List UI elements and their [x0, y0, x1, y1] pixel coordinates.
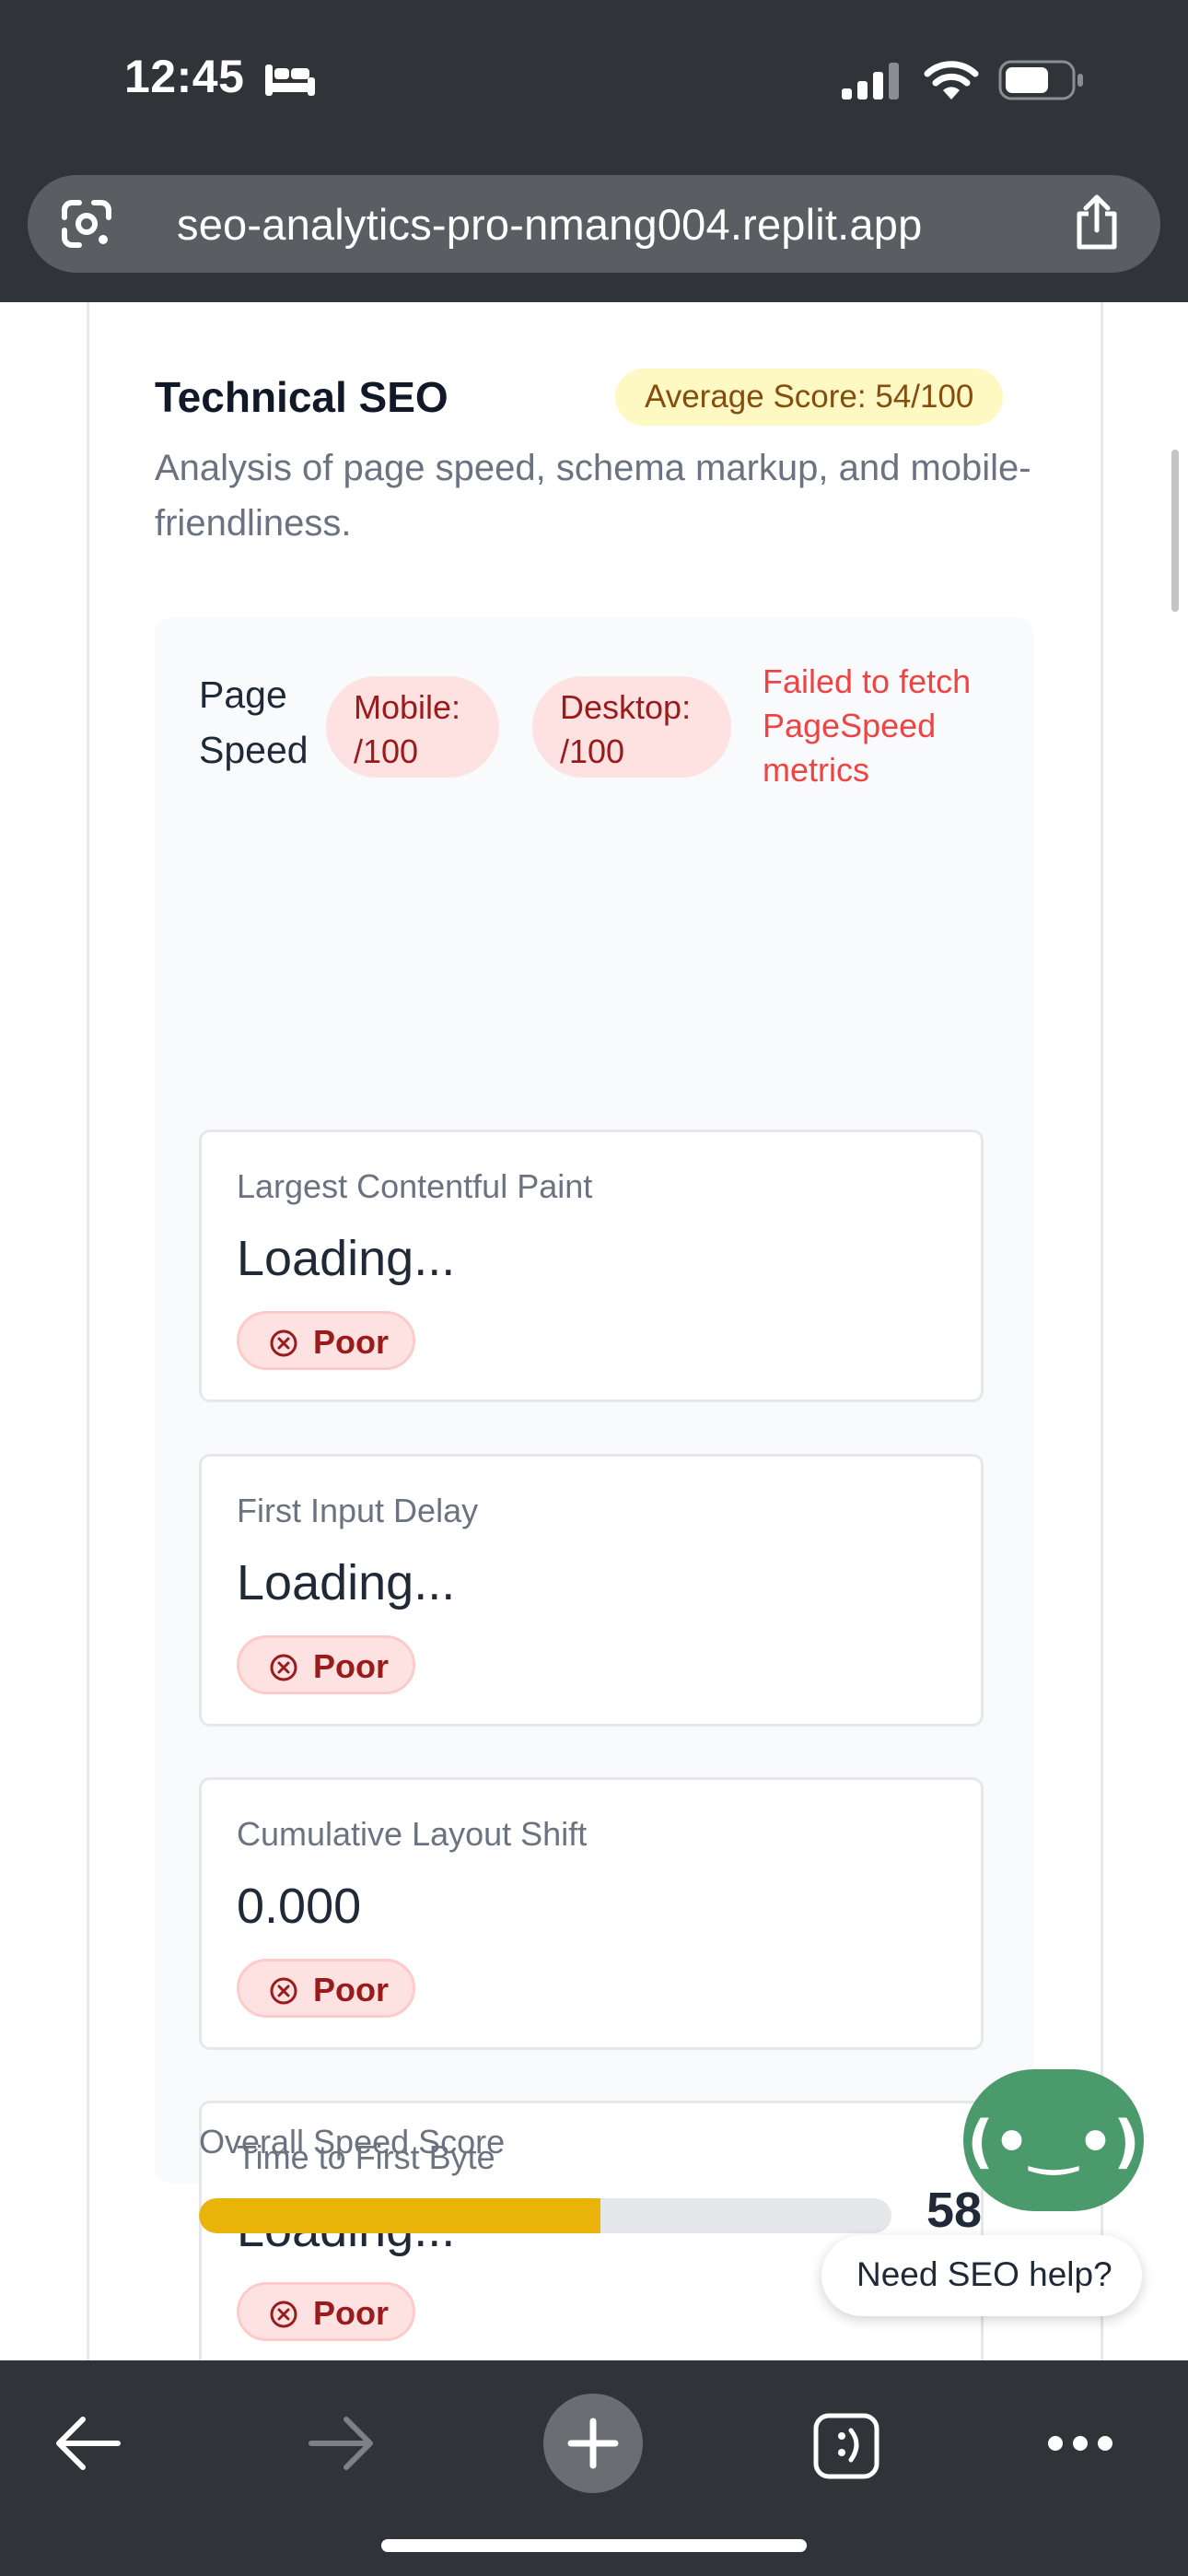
metric-name: Largest Contentful Paint: [237, 1167, 593, 1205]
status-text: Poor: [313, 2294, 390, 2332]
mobile-score-pill: Mobile: /100: [326, 676, 499, 778]
status-text: Poor: [313, 1647, 390, 1685]
desktop-score: /100: [560, 732, 625, 770]
status-badge: Poor: [237, 1959, 415, 2018]
average-score-badge: Average Score: 54/100: [615, 369, 1004, 426]
section-description: Analysis of page speed, schema markup, a…: [155, 448, 1031, 544]
x-circle-icon: [270, 1329, 297, 1357]
page-speed-panel: Page Speed Mobile: /100 Desktop: /100 Fa…: [155, 617, 1033, 2360]
wifi-icon: [924, 61, 979, 100]
google-lens-icon[interactable]: [59, 197, 114, 251]
sleep-mode-icon: [265, 64, 315, 96]
url-text[interactable]: seo-analytics-pro-nmang004.replit.app: [177, 199, 922, 250]
web-page-content: Technical SEO Average Score: 54/100 Anal…: [0, 302, 1188, 2360]
seo-help-prompt[interactable]: Need SEO help?: [821, 2235, 1142, 2316]
status-text: Poor: [313, 1323, 390, 1361]
mobile-label: Mobile:: [354, 688, 461, 726]
metric-value: Loading...: [237, 1231, 456, 1286]
chat-assistant-button[interactable]: (•‿•): [963, 2069, 1144, 2211]
metric-name: First Input Delay: [237, 1492, 479, 1529]
status-badge: Poor: [237, 1311, 415, 1370]
status-text: Poor: [313, 1971, 390, 2008]
share-icon[interactable]: [1070, 193, 1124, 252]
seo-help-text[interactable]: Need SEO help?: [856, 2255, 1112, 2294]
overall-speed-progress-fill: [199, 2198, 601, 2233]
status-badge: Poor: [237, 1635, 415, 1694]
overall-speed-progress: [199, 2198, 891, 2233]
x-circle-icon: [270, 1977, 297, 2005]
metric-value: 0.000: [237, 1879, 362, 1934]
overall-speed-label: Overall Speed Score: [199, 2123, 506, 2160]
section-title: Technical SEO: [155, 373, 448, 421]
browser-top-chrome: 12:45 seo-analytics-pro-nmang004.replit.…: [0, 0, 1188, 302]
back-arrow-icon[interactable]: [53, 2414, 122, 2473]
desktop-score-pill: Desktop: /100: [532, 676, 731, 778]
metric-name: Cumulative Layout Shift: [237, 1815, 588, 1853]
forward-arrow-icon[interactable]: [308, 2414, 376, 2473]
page-scrollbar[interactable]: [1171, 450, 1179, 612]
battery-icon: [998, 60, 1083, 100]
address-bar[interactable]: seo-analytics-pro-nmang004.replit.app: [28, 175, 1160, 273]
mobile-score: /100: [354, 732, 419, 770]
metric-card-cls: Cumulative Layout Shift 0.000 Poor: [199, 1777, 984, 2050]
tabs-icon[interactable]: [812, 2412, 880, 2480]
x-circle-icon: [270, 2301, 297, 2328]
status-time: 12:45: [124, 51, 245, 102]
x-circle-icon: [270, 1654, 297, 1681]
cellular-signal-icon: [842, 63, 899, 100]
plus-icon: [567, 2418, 619, 2469]
metric-value: Loading...: [237, 1555, 456, 1610]
pagespeed-error-message: Failed to fetch PageSpeed metrics: [763, 662, 972, 789]
new-tab-button[interactable]: [543, 2394, 643, 2493]
page-speed-label: Page Speed: [199, 673, 309, 771]
metric-card-fid: First Input Delay Loading... Poor: [199, 1454, 984, 1727]
home-indicator[interactable]: [381, 2539, 807, 2552]
status-badge: Poor: [237, 2282, 415, 2341]
desktop-label: Desktop:: [560, 688, 692, 726]
more-dots-icon[interactable]: [1046, 2432, 1114, 2454]
metric-card-lcp: Largest Contentful Paint Loading... Poor: [199, 1130, 984, 1402]
chat-face-icon: (•‿•): [967, 2108, 1140, 2175]
overall-speed-value: 58: [926, 2183, 983, 2238]
